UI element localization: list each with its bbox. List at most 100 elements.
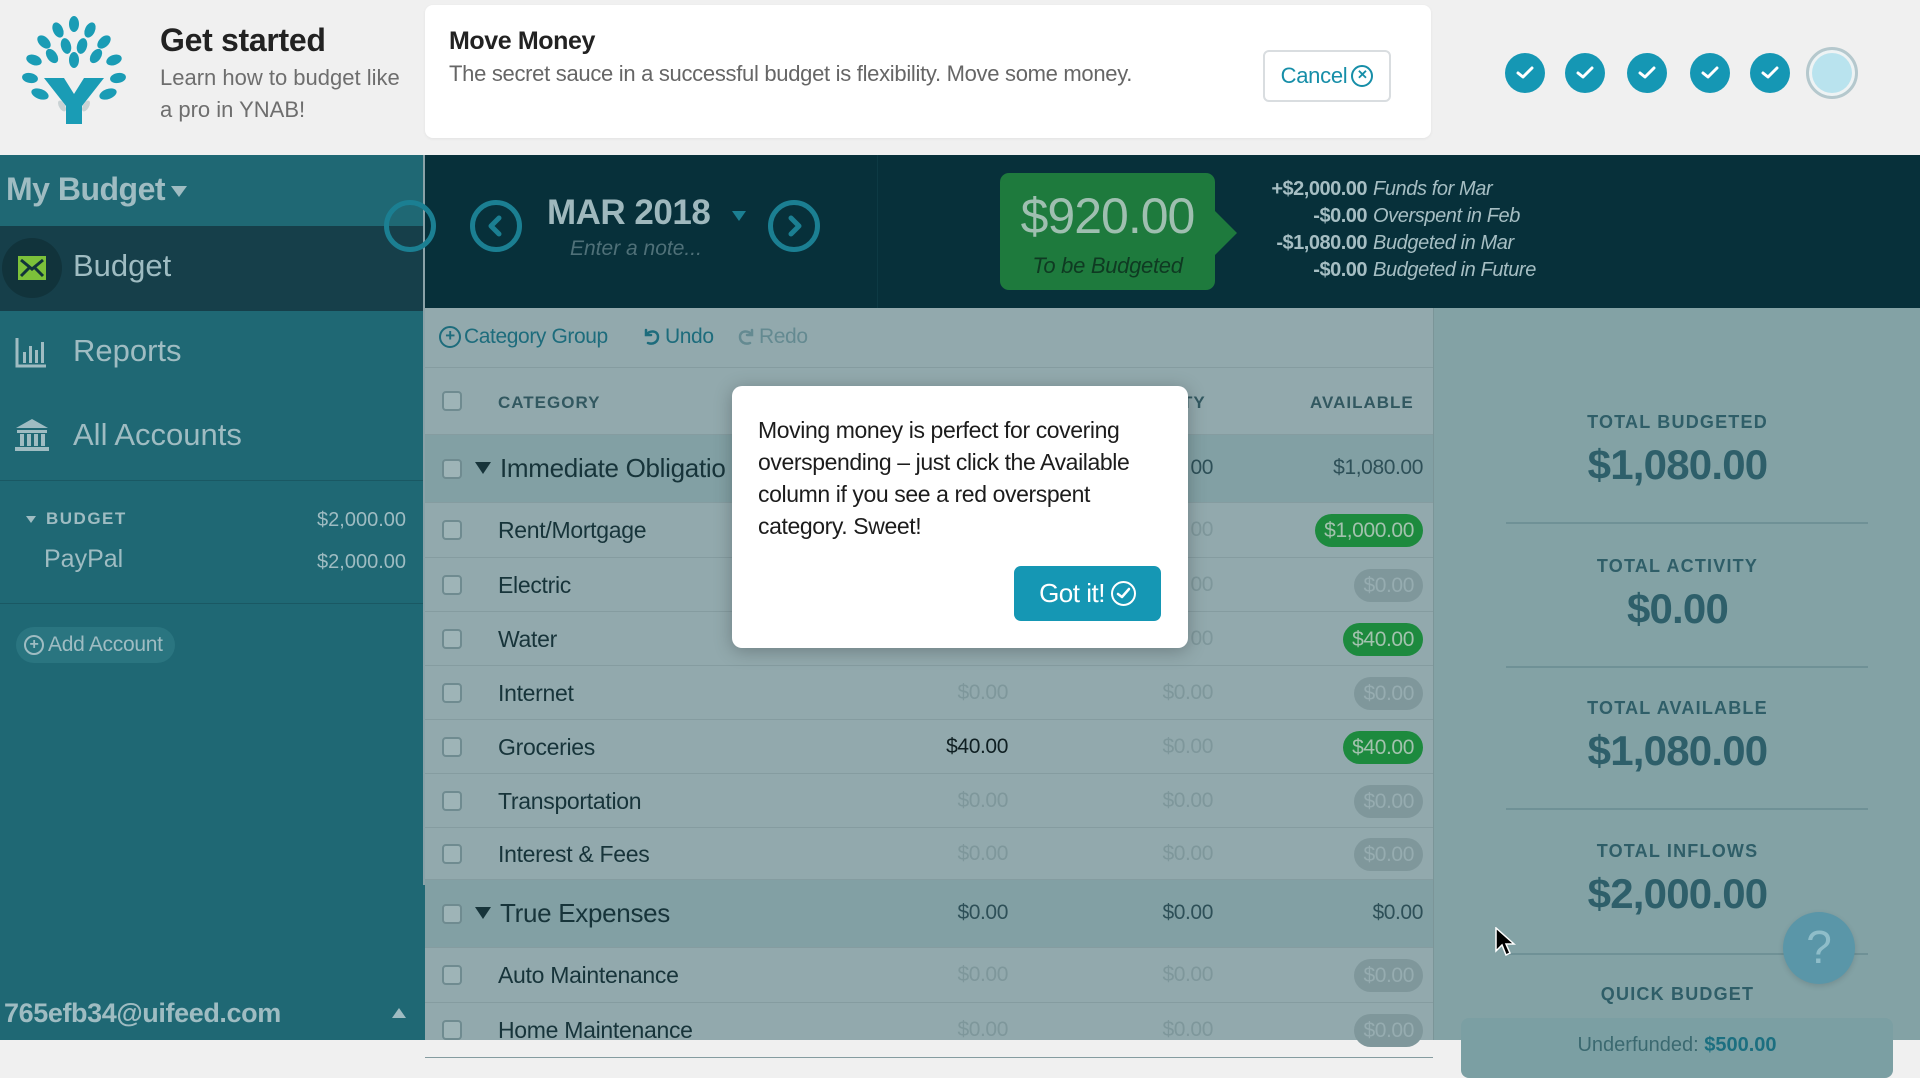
redo-button[interactable]: Redo [736, 325, 808, 349]
category-row[interactable]: Auto Maintenance $0.00 $0.00 $0.00 [425, 948, 1433, 1003]
total-value: $2,000.00 [1587, 870, 1768, 917]
breakdown-label: Budgeted in Mar [1373, 232, 1514, 254]
account-group-total: $2,000.00 [317, 509, 406, 531]
got-it-button[interactable]: Got it! [1014, 566, 1161, 621]
row-checkbox[interactable] [442, 904, 462, 924]
caret-down-icon[interactable] [732, 211, 746, 221]
total-label: TOTAL BUDGETED [1587, 412, 1768, 432]
budgeted-value[interactable]: $0.00 [848, 963, 1008, 987]
row-checkbox[interactable] [442, 844, 462, 864]
divider [1506, 522, 1868, 524]
onboarding-bar: Get started Learn how to budget like a p… [0, 0, 1920, 155]
to-be-budgeted-box[interactable]: $920.00 To be Budgeted [1000, 173, 1237, 290]
collapse-caret-icon[interactable] [475, 907, 491, 919]
activity-value[interactable]: $0.00 [1053, 681, 1213, 705]
divider [877, 155, 878, 308]
previous-month-button[interactable] [470, 200, 522, 252]
cancel-label: Cancel [1280, 63, 1348, 88]
budgeted-value[interactable]: $0.00 [848, 789, 1008, 813]
collapse-caret-icon[interactable] [475, 462, 491, 474]
breakdown-label: Funds for Mar [1373, 178, 1493, 200]
row-checkbox[interactable] [442, 629, 462, 649]
tutorial-popup: Moving money is perfect for covering ove… [732, 386, 1188, 648]
row-checkbox[interactable] [442, 683, 462, 703]
onboarding-subtitle: Learn how to budget like a pro in YNAB! [160, 65, 400, 122]
progress-step-complete [1627, 53, 1667, 93]
category-row[interactable]: Groceries $40.00 $0.00 $40.00 [425, 720, 1433, 774]
category-group-name[interactable]: Immediate Obligatio [500, 453, 726, 484]
budgeted-value[interactable]: $0.00 [848, 842, 1008, 866]
category-name[interactable]: Transportation [498, 788, 642, 815]
month-note-input[interactable]: Enter a note... [570, 237, 702, 261]
row-checkbox[interactable] [442, 737, 462, 757]
divider [1506, 666, 1868, 668]
add-category-group-button[interactable]: + Category Group [439, 325, 608, 349]
available-pill[interactable]: $40.00 [1343, 731, 1423, 764]
available-pill[interactable]: $0.00 [1354, 959, 1423, 992]
category-row[interactable]: Internet $0.00 $0.00 $0.00 [425, 666, 1433, 720]
category-name[interactable]: Electric [498, 572, 571, 599]
caret-down-icon [171, 186, 188, 198]
progress-step-complete [1565, 53, 1605, 93]
help-button[interactable]: ? [1783, 912, 1855, 984]
row-checkbox[interactable] [442, 459, 462, 479]
row-checkbox[interactable] [442, 965, 462, 985]
available-pill[interactable]: $40.00 [1343, 623, 1423, 656]
select-all-checkbox[interactable] [442, 391, 462, 411]
available-pill[interactable]: $0.00 [1354, 838, 1423, 871]
column-header-category[interactable]: CATEGORY [498, 393, 600, 413]
category-row[interactable]: Transportation $0.00 $0.00 $0.00 [425, 774, 1433, 828]
sidebar-item-budget[interactable]: Budget [0, 226, 425, 311]
available-pill[interactable]: $0.00 [1354, 785, 1423, 818]
row-checkbox[interactable] [442, 520, 462, 540]
total-budgeted: TOTAL BUDGETED $1,080.00 [1434, 412, 1920, 489]
budget-selector[interactable]: My Budget [6, 171, 188, 208]
activity-value[interactable]: $0.00 [1053, 842, 1213, 866]
caret-up-icon[interactable] [392, 1008, 406, 1018]
quick-budget-underfunded-button[interactable]: Underfunded: $500.00 [1461, 1018, 1893, 1078]
available-pill[interactable]: $0.00 [1354, 677, 1423, 710]
activity-value[interactable]: $0.00 [1053, 735, 1213, 759]
chevron-right-icon [788, 215, 802, 237]
category-name[interactable]: Interest & Fees [498, 841, 650, 868]
category-row[interactable]: Home Maintenance $0.00 $0.00 $0.00 [425, 1003, 1433, 1058]
month-selector[interactable]: MAR 2018 [547, 193, 711, 233]
add-account-label: Add Account [48, 633, 163, 656]
total-inflows: TOTAL INFLOWS $2,000.00 [1434, 841, 1920, 918]
category-name[interactable]: Water [498, 626, 557, 653]
category-name[interactable]: Auto Maintenance [498, 962, 679, 989]
onboarding-title: Get started [160, 22, 326, 58]
category-name[interactable]: Internet [498, 680, 574, 707]
check-icon [1516, 66, 1534, 79]
activity-value[interactable]: $0.00 [1053, 963, 1213, 987]
category-group-row[interactable]: True Expenses $0.00 $0.00 $0.00 [425, 880, 1433, 948]
column-header-available[interactable]: AVAILABLE [1310, 393, 1414, 413]
available-pill[interactable]: $0.00 [1354, 569, 1423, 602]
undo-button[interactable]: Undo [642, 325, 714, 349]
mouse-pointer-icon [1495, 927, 1516, 957]
user-email[interactable]: 765efb34@uifeed.com [4, 998, 281, 1029]
budgeted-value[interactable]: $0.00 [848, 1018, 1008, 1042]
row-checkbox[interactable] [442, 575, 462, 595]
account-name[interactable]: PayPal [44, 545, 123, 574]
category-name[interactable]: Groceries [498, 734, 595, 761]
category-name[interactable]: Rent/Mortgage [498, 517, 647, 544]
available-pill[interactable]: $0.00 [1354, 1014, 1423, 1047]
budgeted-value[interactable]: $40.00 [848, 735, 1008, 759]
next-month-button[interactable] [768, 200, 820, 252]
category-row[interactable]: Interest & Fees $0.00 $0.00 $0.00 [425, 828, 1433, 880]
activity-value[interactable]: $0.00 [1053, 1018, 1213, 1042]
row-checkbox[interactable] [442, 1020, 462, 1040]
got-it-label: Got it! [1039, 578, 1105, 608]
cancel-task-button[interactable]: Cancel ✕ [1263, 50, 1391, 102]
sidebar-item-reports[interactable]: Reports [0, 311, 425, 396]
sidebar-item-all-accounts[interactable]: All Accounts [0, 395, 425, 480]
row-checkbox[interactable] [442, 791, 462, 811]
activity-value[interactable]: $0.00 [1053, 789, 1213, 813]
caret-down-icon[interactable] [26, 516, 36, 523]
plus-circle-icon: + [24, 635, 44, 655]
available-pill[interactable]: $1,000.00 [1315, 514, 1423, 547]
budgeted-value[interactable]: $0.00 [848, 681, 1008, 705]
add-account-button[interactable]: + Add Account [16, 627, 175, 663]
category-group-name[interactable]: True Expenses [500, 898, 670, 929]
